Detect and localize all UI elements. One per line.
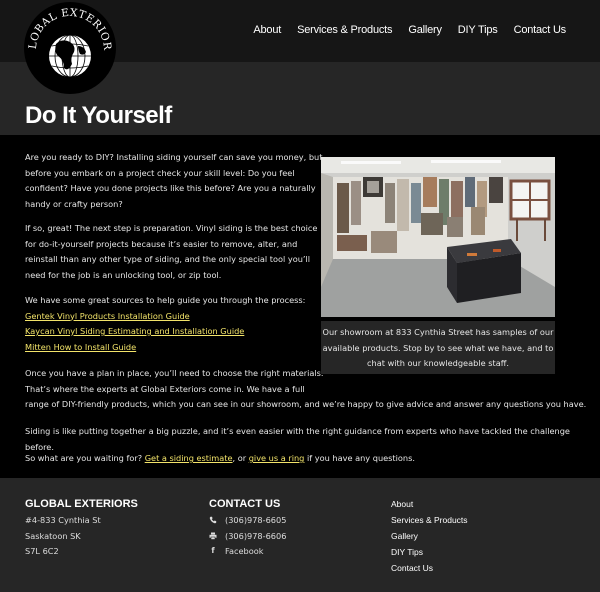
para1-line: Are you ready to DIY? Installing siding … (25, 152, 323, 162)
footer-link-gallery[interactable]: Gallery (391, 531, 418, 541)
mitten-guide-link[interactable]: Mitten How to Install Guide (25, 342, 136, 352)
printer-icon (209, 532, 217, 542)
para1-line: confident? Have you done projects like t… (25, 183, 316, 193)
main-nav: About Services & Products Gallery DIY Ti… (253, 24, 566, 36)
nav-diy-tips[interactable]: DIY Tips (458, 24, 498, 36)
para2-line: for do-it-yourself projects because it’s… (25, 238, 298, 249)
intro-paragraph: Are you ready to DIY? Installing siding … (25, 150, 322, 212)
globe-logo-icon: GLOBAL EXTERIORS (24, 2, 114, 92)
caption-line: available products. Stop by to see what … (322, 342, 554, 353)
caption-line: Our showroom at 833 Cynthia Street has s… (322, 327, 554, 337)
para1-line: before you embark on a project check you… (25, 167, 295, 178)
showroom-caption: Our showroom at 833 Cynthia Street has s… (321, 321, 555, 374)
address-line: #4-833 Cynthia St (25, 515, 101, 525)
footer-contact-title: CONTACT US (209, 498, 281, 510)
footer-link-diy-tips[interactable]: DIY Tips (391, 547, 423, 557)
facebook-icon: f (211, 546, 215, 555)
cta-text: if you have any questions. (304, 453, 415, 463)
footer-facebook-link[interactable]: Facebook (225, 544, 263, 560)
call-to-action-paragraph: So what are you waiting for? Get a sidin… (25, 451, 415, 467)
showroom-photo (321, 157, 555, 317)
kaycan-guide-link[interactable]: Kaycan Vinyl Siding Estimating and Insta… (25, 326, 244, 336)
logo[interactable]: GLOBAL EXTERIORS (24, 2, 116, 94)
address-line: S7L 6C2 (25, 546, 59, 556)
page-title: Do It Yourself (25, 102, 172, 129)
footer-fax: (306)978-6606 (225, 531, 287, 541)
para2-line: need for the job is an unlocking tool, o… (25, 269, 222, 280)
siding-estimate-link[interactable]: Get a siding estimate (145, 453, 233, 463)
para2-line: If so, great! The next step is preparati… (25, 223, 318, 233)
footer-phone[interactable]: (306)978-6605 (225, 513, 286, 529)
footer-link-about[interactable]: About (391, 499, 413, 509)
para2-line: reinstall than any other type of siding,… (25, 254, 311, 264)
address-line: Saskatoon SK (25, 530, 81, 541)
nav-gallery[interactable]: Gallery (408, 24, 442, 36)
caption-line: chat with our knowledgeable staff. (367, 358, 509, 368)
preparation-paragraph: If so, great! The next step is preparati… (25, 221, 317, 283)
footer-link-contact-us[interactable]: Contact Us (391, 563, 433, 573)
cta-text: , or (232, 453, 249, 463)
para4-line: That’s where the experts at Global Exter… (25, 383, 305, 394)
gentek-guide-link[interactable]: Gentek Vinyl Products Installation Guide (25, 311, 190, 321)
nav-services-products[interactable]: Services & Products (297, 24, 392, 36)
footer-address: #4-833 Cynthia St Saskatoon SK S7L 6C2 (25, 513, 101, 560)
footer-link-services-products[interactable]: Services & Products (391, 515, 468, 525)
resources-paragraph: We have some great sources to help guide… (25, 293, 305, 355)
nav-contact-us[interactable]: Contact Us (514, 24, 567, 36)
phone-icon (209, 516, 217, 526)
footer-company-title: GLOBAL EXTERIORS (25, 498, 138, 510)
para1-line: handy or crafty person? (25, 198, 123, 209)
para4-line: range of DIY-friendly products, which yo… (25, 399, 587, 409)
cta-text: So what are you waiting for? (25, 453, 145, 463)
give-us-a-ring-link[interactable]: give us a ring (249, 453, 305, 463)
nav-about[interactable]: About (253, 24, 281, 36)
resources-intro: We have some great sources to help guide… (25, 295, 306, 305)
